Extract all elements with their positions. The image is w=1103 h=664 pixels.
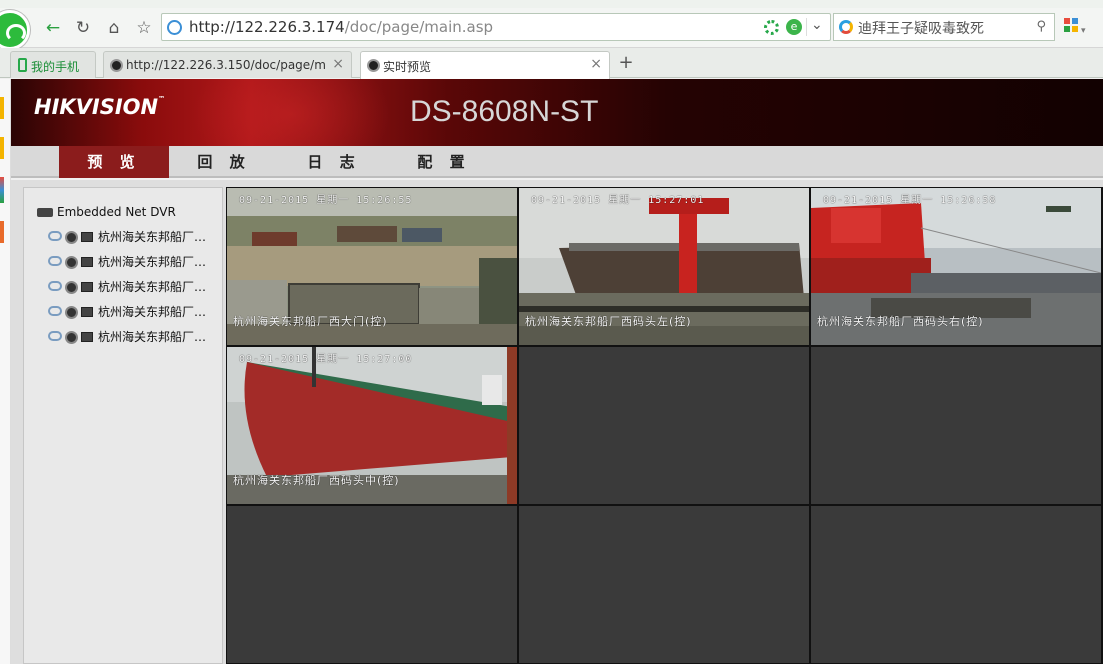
hikvision-favicon-icon [367, 59, 380, 72]
browser-sidebar [0, 79, 11, 664]
search-input[interactable]: 迪拜王子疑吸毒致死 [858, 18, 984, 38]
record-icon[interactable] [81, 307, 93, 317]
hikvision-logo: HIKVISION™ [34, 95, 166, 119]
refresh-icon[interactable]: ↻ [72, 17, 94, 39]
url-path: /doc/page/main.asp [344, 18, 494, 36]
tab-live-preview[interactable]: 实时预览 × [360, 51, 610, 79]
video-grid: 09-21-2015 星期一 15:26:55 杭州海关东邦船厂西大门(控) 0… [226, 187, 1103, 664]
osd-timestamp: 09-21-2015 星期一 15:26:55 [239, 195, 413, 206]
menu-log[interactable]: 日 志 [279, 146, 389, 178]
link-icon[interactable] [48, 306, 62, 316]
dvr-icon [37, 208, 53, 217]
video-cell-8[interactable] [519, 506, 809, 663]
camera-icon[interactable] [65, 331, 78, 344]
osd-timestamp: 09-21-2015 星期一 15:27:00 [239, 354, 413, 365]
tab-label: 我的手机 [31, 60, 80, 74]
record-icon[interactable] [81, 257, 93, 267]
browser-title-strip [0, 0, 1103, 8]
new-tab-button[interactable]: + [614, 52, 638, 76]
menu-config[interactable]: 配 置 [389, 146, 499, 178]
link-icon[interactable] [48, 281, 62, 291]
tree-channel-label: 杭州海关东邦船厂… [98, 280, 207, 294]
chevron-down-icon[interactable]: ⌄ [811, 17, 823, 33]
dvr-header: HIKVISION™ DS-8608N-ST [11, 79, 1103, 146]
tree-root-label: Embedded Net DVR [57, 205, 176, 219]
sidebar-game-icon[interactable] [0, 221, 4, 243]
osd-channel-name: 杭州海关东邦船厂西码头中(控) [233, 474, 400, 487]
video-cell-5[interactable] [519, 347, 809, 504]
back-icon[interactable]: ← [42, 17, 64, 39]
camera-icon[interactable] [65, 281, 78, 294]
phone-icon [18, 58, 27, 72]
menu-preview[interactable]: 预 览 [59, 146, 169, 178]
menu-playback[interactable]: 回 放 [169, 146, 279, 178]
record-icon[interactable] [81, 232, 93, 242]
url-host: http://122.226.3.174 [189, 18, 345, 36]
search-icon[interactable]: ⚲ [1036, 19, 1046, 34]
sidebar-apps-icon[interactable] [0, 177, 4, 203]
search-engine-icon[interactable] [839, 20, 853, 34]
record-icon[interactable] [81, 282, 93, 292]
record-icon[interactable] [81, 332, 93, 342]
browser-logo-icon[interactable] [0, 10, 30, 50]
tree-channel[interactable]: 杭州海关东邦船厂… [48, 228, 206, 246]
tab-dvr-150[interactable]: http://122.226.3.150/doc/page/ma × [103, 51, 352, 78]
video-cell-7[interactable] [227, 506, 517, 663]
close-icon[interactable]: × [590, 56, 602, 72]
camera-icon[interactable] [65, 306, 78, 319]
sidebar-favorite-icon[interactable] [0, 97, 4, 119]
video-cell-6[interactable] [811, 347, 1101, 504]
tree-channel[interactable]: 杭州海关东邦船厂… [48, 278, 206, 296]
tree-channel-label: 杭州海关东邦船厂… [98, 255, 207, 269]
camera-icon[interactable] [65, 256, 78, 269]
bookmark-star-icon[interactable]: ☆ [133, 17, 155, 39]
tree-channel[interactable]: 杭州海关东邦船厂… [48, 253, 206, 271]
close-icon[interactable]: × [332, 56, 344, 72]
link-icon[interactable] [48, 256, 62, 266]
address-url[interactable]: http://122.226.3.174/doc/page/main.asp [189, 18, 493, 36]
tree-channel[interactable]: 杭州海关东邦船厂… [48, 328, 206, 346]
tab-label: 实时预览 [383, 60, 432, 74]
video-cell-3[interactable]: 09-21-2015 星期一 15:26:58 杭州海关东邦船厂西码头右(控) [811, 188, 1101, 345]
tree-channel-label: 杭州海关东邦船厂… [98, 330, 207, 344]
tab-bar: 我的手机 http://122.226.3.150/doc/page/ma × … [0, 48, 1103, 79]
browser-toolbar: ← ↻ ⌂ ☆ http://122.226.3.174/doc/page/ma… [0, 8, 1103, 50]
main-menu: 预 览 回 放 日 志 配 置 [11, 146, 1103, 178]
speed-icon[interactable] [764, 20, 779, 35]
address-separator [806, 18, 807, 36]
osd-timestamp: 09-21-2015 星期一 15:26:58 [823, 195, 997, 206]
osd-channel-name: 杭州海关东邦船厂西大门(控) [233, 315, 388, 328]
address-bar[interactable]: http://122.226.3.174/doc/page/main.asp e… [161, 13, 831, 41]
sidebar-note-icon[interactable] [0, 137, 4, 159]
site-icon [167, 20, 182, 35]
link-icon[interactable] [48, 231, 62, 241]
search-box[interactable]: 迪拜王子疑吸毒致死 ⚲ [833, 13, 1055, 41]
tree-channel[interactable]: 杭州海关东邦船厂… [48, 303, 206, 321]
apps-grid-icon[interactable]: ▾ [1064, 16, 1088, 40]
osd-timestamp: 09-21-2015 星期一 15:27:01 [531, 195, 705, 206]
video-cell-2[interactable]: 09-21-2015 星期一 15:27:01 杭州海关东邦船厂西码头左(控) [519, 188, 809, 345]
video-cell-1[interactable]: 09-21-2015 星期一 15:26:55 杭州海关东邦船厂西大门(控) [227, 188, 517, 345]
device-model: DS-8608N-ST [410, 95, 599, 128]
osd-channel-name: 杭州海关东邦船厂西码头右(控) [817, 315, 984, 328]
video-cell-4[interactable]: 09-21-2015 星期一 15:27:00 杭州海关东邦船厂西码头中(控) [227, 347, 517, 504]
tree-channel-label: 杭州海关东邦船厂… [98, 230, 207, 244]
camera-icon[interactable] [65, 231, 78, 244]
device-tree: Embedded Net DVR 杭州海关东邦船厂… 杭州海关东邦船厂… 杭州海… [23, 187, 223, 664]
video-cell-9[interactable] [811, 506, 1101, 663]
hikvision-favicon-icon [110, 59, 123, 72]
tab-label: http://122.226.3.150/doc/page/ma [126, 58, 326, 72]
tree-channel-label: 杭州海关东邦船厂… [98, 305, 207, 319]
tree-root-dvr[interactable]: Embedded Net DVR [37, 205, 176, 219]
compat-mode-icon[interactable]: e [786, 19, 802, 35]
link-icon[interactable] [48, 331, 62, 341]
osd-channel-name: 杭州海关东邦船厂西码头左(控) [525, 315, 692, 328]
tab-my-phone[interactable]: 我的手机 [10, 51, 96, 78]
home-icon[interactable]: ⌂ [103, 17, 125, 39]
preview-content: Embedded Net DVR 杭州海关东邦船厂… 杭州海关东邦船厂… 杭州海… [11, 180, 1103, 664]
